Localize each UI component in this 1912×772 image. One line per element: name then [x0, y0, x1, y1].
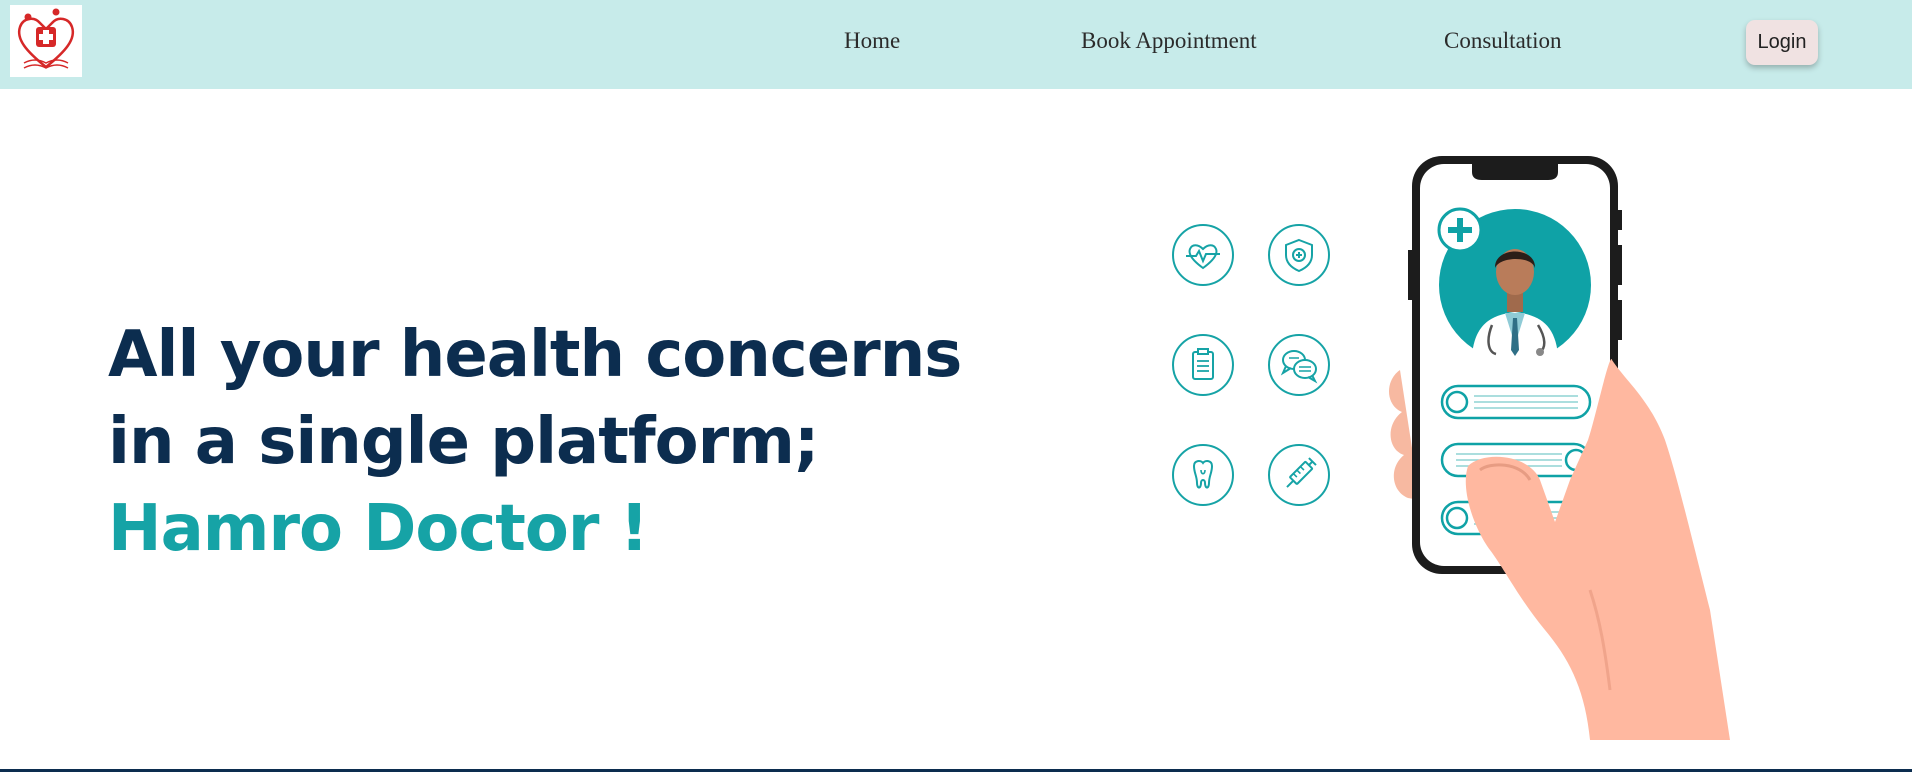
chat-bubbles-icon: [1268, 334, 1330, 396]
hamro-doctor-logo[interactable]: [10, 5, 82, 77]
shield-plus-icon: [1268, 224, 1330, 286]
hero-line-2: in a single platform;: [108, 405, 819, 479]
heart-pulse-icon: [1172, 224, 1234, 286]
doctor-app-phone-illustration: [1388, 156, 1730, 740]
hero-brand-line: Hamro Doctor !: [108, 492, 649, 566]
navbar: Home Book Appointment Consultation Login: [0, 0, 1912, 89]
clipboard-icon: [1172, 334, 1234, 396]
login-button[interactable]: Login: [1746, 20, 1818, 65]
nav-book-appointment-link[interactable]: Book Appointment: [1081, 28, 1257, 54]
hero-heading: All your health concerns in a single pla…: [108, 312, 962, 573]
nav-consultation-link[interactable]: Consultation: [1444, 28, 1562, 54]
tooth-icon: [1172, 444, 1234, 506]
syringe-icon: [1268, 444, 1330, 506]
hero-line-1: All your health concerns: [108, 318, 962, 392]
nav-home-link[interactable]: Home: [844, 28, 900, 54]
